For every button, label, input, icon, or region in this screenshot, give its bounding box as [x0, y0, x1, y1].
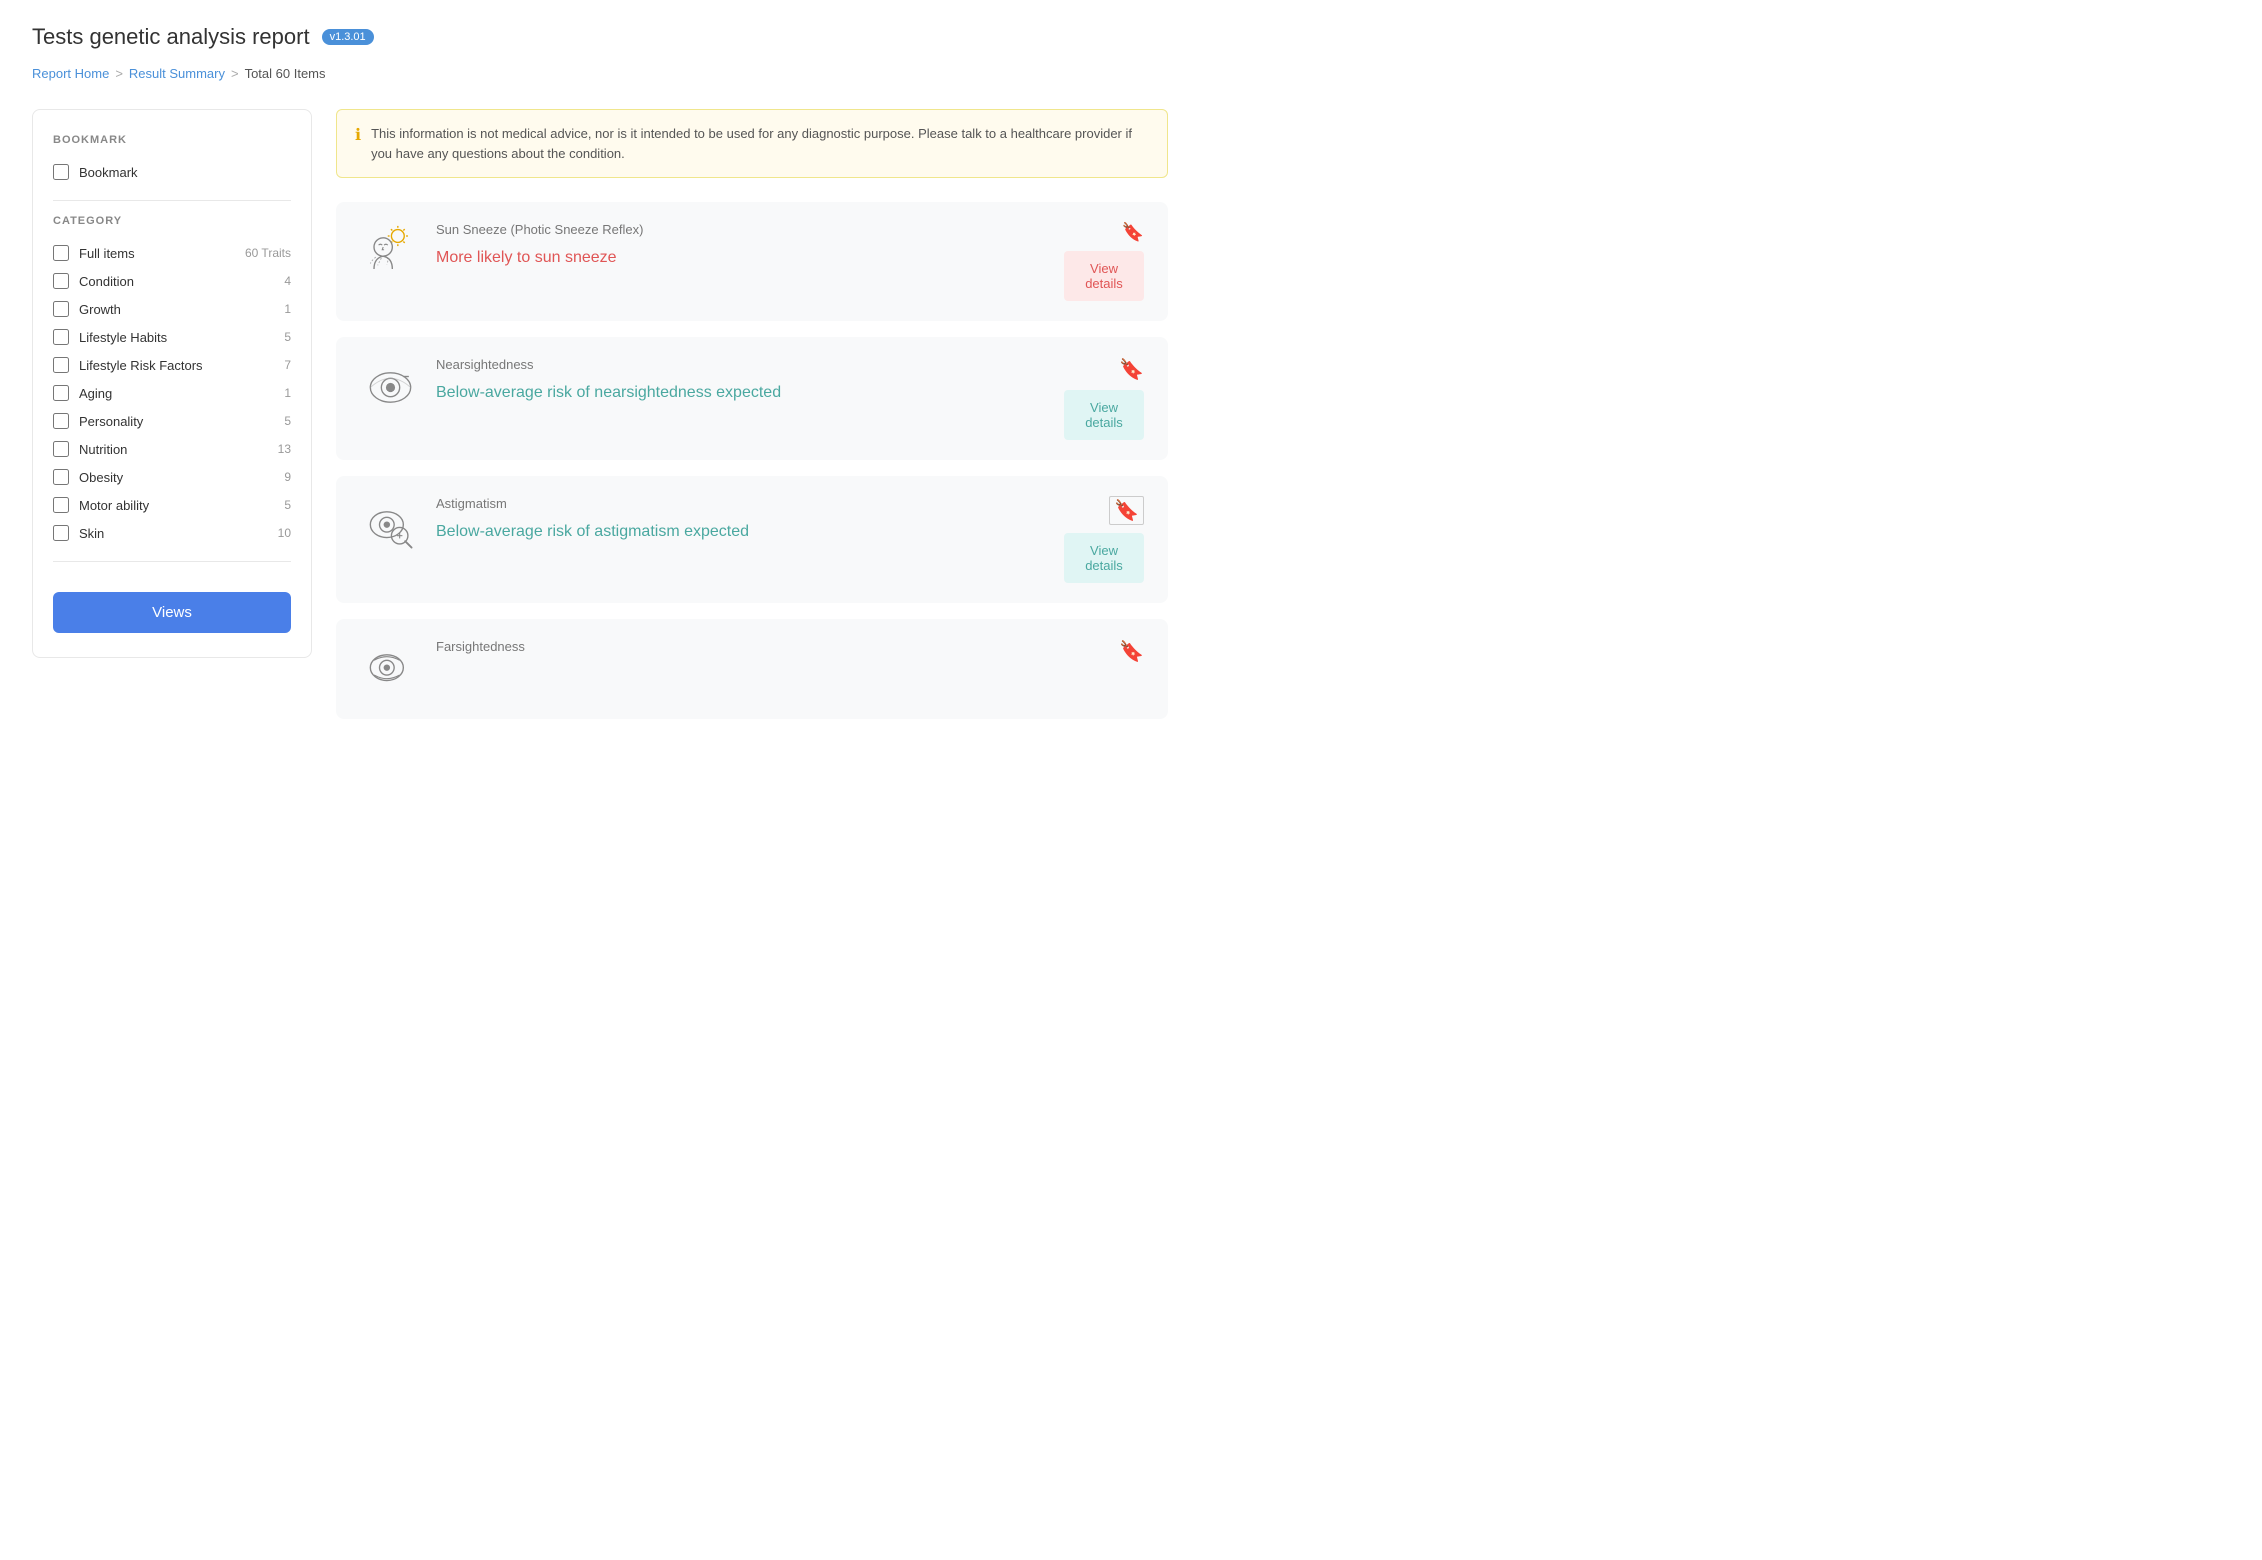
farsightedness-bookmark[interactable]: 🔖 [1119, 639, 1144, 664]
category-checkbox-0[interactable] [53, 245, 69, 261]
category-obesity[interactable]: Obesity 9 [53, 463, 291, 491]
category-label-6: Personality [79, 414, 274, 429]
nearsightedness-title: Nearsightedness [436, 357, 781, 372]
breadcrumb-current: Total 60 Items [245, 66, 326, 81]
category-count-1: 4 [284, 274, 291, 288]
category-checkbox-9[interactable] [53, 497, 69, 513]
category-count-8: 9 [284, 470, 291, 484]
category-label-8: Obesity [79, 470, 274, 485]
category-condition[interactable]: Condition 4 [53, 267, 291, 295]
category-full-items[interactable]: Full items 60 Traits [53, 239, 291, 267]
category-nutrition[interactable]: Nutrition 13 [53, 435, 291, 463]
sidebar-divider-2 [53, 561, 291, 562]
category-skin[interactable]: Skin 10 [53, 519, 291, 547]
category-growth[interactable]: Growth 1 [53, 295, 291, 323]
sun-sneeze-view-details[interactable]: Viewdetails [1064, 251, 1144, 301]
views-button[interactable]: Views [53, 592, 291, 633]
disclaimer-text: This information is not medical advice, … [371, 124, 1149, 163]
farsightedness-icon [360, 639, 420, 699]
sidebar-divider-1 [53, 200, 291, 201]
page-title: Tests genetic analysis report [32, 24, 310, 50]
breadcrumb-home[interactable]: Report Home [32, 66, 109, 81]
category-lifestyle-risk[interactable]: Lifestyle Risk Factors 7 [53, 351, 291, 379]
category-count-2: 1 [284, 302, 291, 316]
category-checkbox-2[interactable] [53, 301, 69, 317]
category-count-7: 13 [278, 442, 291, 456]
category-aging[interactable]: Aging 1 [53, 379, 291, 407]
category-label-7: Nutrition [79, 442, 268, 457]
breadcrumb-summary[interactable]: Result Summary [129, 66, 225, 81]
category-checkbox-10[interactable] [53, 525, 69, 541]
category-count-10: 10 [278, 526, 291, 540]
category-lifestyle-habits[interactable]: Lifestyle Habits 5 [53, 323, 291, 351]
category-motor-ability[interactable]: Motor ability 5 [53, 491, 291, 519]
breadcrumb-sep-2: > [231, 66, 239, 81]
category-checkbox-4[interactable] [53, 357, 69, 373]
category-count-5: 1 [284, 386, 291, 400]
sun-sneeze-title: Sun Sneeze (Photic Sneeze Reflex) [436, 222, 643, 237]
category-checkbox-6[interactable] [53, 413, 69, 429]
sun-sneeze-icon [360, 222, 420, 282]
sun-sneeze-bookmark[interactable]: 🔖 [1122, 222, 1144, 243]
breadcrumb-sep-1: > [115, 66, 123, 81]
breadcrumb: Report Home > Result Summary > Total 60 … [32, 66, 1168, 81]
disclaimer-box: ℹ This information is not medical advice… [336, 109, 1168, 178]
category-checkbox-1[interactable] [53, 273, 69, 289]
farsightedness-title: Farsightedness [436, 639, 525, 654]
bookmark-section-title: BOOKMARK [53, 134, 291, 146]
category-label-9: Motor ability [79, 498, 274, 513]
category-label-2: Growth [79, 302, 274, 317]
bookmark-label: Bookmark [79, 165, 291, 180]
category-checkbox-3[interactable] [53, 329, 69, 345]
category-personality[interactable]: Personality 5 [53, 407, 291, 435]
astigmatism-icon [360, 496, 420, 556]
result-card-nearsightedness: Nearsightedness Below-average risk of ne… [336, 337, 1168, 460]
info-icon: ℹ [355, 125, 361, 145]
result-card-farsightedness: Farsightedness 🔖 [336, 619, 1168, 719]
astigmatism-title: Astigmatism [436, 496, 749, 511]
bookmark-item[interactable]: Bookmark [53, 158, 291, 186]
nearsightedness-view-details[interactable]: Viewdetails [1064, 390, 1144, 440]
bookmark-checkbox[interactable] [53, 164, 69, 180]
result-card-sun-sneeze: Sun Sneeze (Photic Sneeze Reflex) More l… [336, 202, 1168, 321]
category-checkbox-7[interactable] [53, 441, 69, 457]
sidebar: BOOKMARK Bookmark CATEGORY Full items 60… [32, 109, 312, 658]
category-count-3: 5 [284, 330, 291, 344]
category-section-title: CATEGORY [53, 215, 291, 227]
category-count-0: 60 Traits [245, 246, 291, 260]
category-label-3: Lifestyle Habits [79, 330, 274, 345]
astigmatism-view-details[interactable]: Viewdetails [1064, 533, 1144, 583]
category-count-9: 5 [284, 498, 291, 512]
category-count-6: 5 [284, 414, 291, 428]
category-count-4: 7 [284, 358, 291, 372]
category-checkbox-5[interactable] [53, 385, 69, 401]
category-label-10: Skin [79, 526, 268, 541]
astigmatism-bookmark[interactable]: 🔖 [1109, 496, 1144, 525]
nearsightedness-result: Below-average risk of nearsightedness ex… [436, 384, 781, 402]
astigmatism-result: Below-average risk of astigmatism expect… [436, 523, 749, 541]
version-badge: v1.3.01 [322, 29, 374, 45]
nearsightedness-bookmark[interactable]: 🔖 [1119, 357, 1144, 382]
category-label-4: Lifestyle Risk Factors [79, 358, 274, 373]
nearsightedness-icon [360, 357, 420, 417]
category-label-5: Aging [79, 386, 274, 401]
category-label-0: Full items [79, 246, 235, 261]
category-checkbox-8[interactable] [53, 469, 69, 485]
sun-sneeze-result: More likely to sun sneeze [436, 249, 643, 267]
main-content: ℹ This information is not medical advice… [336, 109, 1168, 735]
result-card-astigmatism: Astigmatism Below-average risk of astigm… [336, 476, 1168, 603]
category-label-1: Condition [79, 274, 274, 289]
